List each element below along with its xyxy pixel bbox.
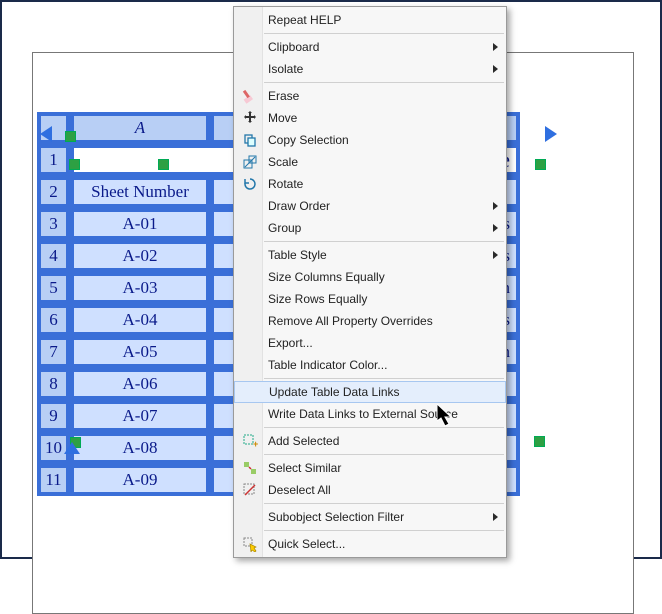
column-handle-right[interactable] [545,126,557,142]
selsim-icon [238,460,262,476]
row-number: 3 [37,208,70,240]
menu-item-label: Select Similar [262,461,488,475]
cell[interactable]: A-07 [70,400,210,432]
cell[interactable]: A-05 [70,336,210,368]
scale-icon [238,154,262,170]
menu-item-label: Scale [262,155,488,169]
copy-icon [238,132,262,148]
row-number: 11 [37,464,70,496]
menu-item-label: Size Columns Equally [262,270,488,284]
row-number: 1 [37,144,70,176]
selection-grip[interactable] [158,159,169,170]
menu-item-remove-all-property-overrides[interactable]: Remove All Property Overrides [234,310,506,332]
row-number: 5 [37,272,70,304]
row-handle-bottom[interactable] [64,442,80,454]
menu-item-subobject-selection-filter[interactable]: Subobject Selection Filter [234,506,506,528]
menu-item-table-indicator-color[interactable]: Table Indicator Color... [234,354,506,376]
menu-item-label: Deselect All [262,483,488,497]
menu-item-label: Remove All Property Overrides [262,314,488,328]
menu-item-deselect-all[interactable]: Deselect All [234,479,506,501]
row-number: 6 [37,304,70,336]
menu-item-erase[interactable]: Erase [234,85,506,107]
menu-item-label: Erase [262,89,488,103]
selection-grip[interactable] [535,159,546,170]
menu-item-label: Repeat HELP [262,13,488,27]
cell[interactable]: A-02 [70,240,210,272]
menu-item-update-table-data-links[interactable]: Update Table Data Links [234,381,506,403]
menu-item-label: Quick Select... [262,537,488,551]
cell[interactable]: A-08 [70,432,210,464]
cell[interactable]: A-06 [70,368,210,400]
move-icon [238,110,262,126]
menu-item-rotate[interactable]: Rotate [234,173,506,195]
cell[interactable]: A-01 [70,208,210,240]
menu-item-label: Isolate [262,62,488,76]
svg-text:+: + [253,439,258,449]
row-number: 4 [37,240,70,272]
col-header-A[interactable]: A [70,112,210,144]
selection-grip[interactable] [65,131,76,142]
mouse-cursor [437,404,459,430]
menu-item-repeat-help[interactable]: Repeat HELP [234,9,506,31]
row-number: 2 [37,176,70,208]
menu-item-label: Size Rows Equally [262,292,488,306]
row-number: 7 [37,336,70,368]
cell[interactable]: A-03 [70,272,210,304]
selection-grip[interactable] [534,436,545,447]
menu-item-label: Copy Selection [262,133,488,147]
row-number: 9 [37,400,70,432]
menu-item-scale[interactable]: Scale [234,151,506,173]
menu-item-label: Subobject Selection Filter [262,510,488,524]
menu-item-label: Move [262,111,488,125]
menu-item-size-columns-equally[interactable]: Size Columns Equally [234,266,506,288]
cell[interactable]: A-09 [70,464,210,496]
menu-item-size-rows-equally[interactable]: Size Rows Equally [234,288,506,310]
addsel-icon: + [238,433,262,449]
row-number: 8 [37,368,70,400]
cell[interactable]: Sheet Number [70,176,210,208]
menu-item-select-similar[interactable]: Select Similar [234,457,506,479]
selection-grip[interactable] [69,159,80,170]
menu-item-add-selected[interactable]: + Add Selected [234,430,506,452]
erase-icon [238,88,262,104]
menu-item-copy-selection[interactable]: Copy Selection [234,129,506,151]
rotate-icon [238,176,262,192]
column-handle-left[interactable] [40,126,52,142]
menu-item-write-data-links-to-external-source[interactable]: Write Data Links to External Source [234,403,506,425]
cell[interactable]: A-04 [70,304,210,336]
menu-item-label: Draw Order [262,199,488,213]
menu-item-label: Add Selected [262,434,488,448]
menu-item-group[interactable]: Group [234,217,506,239]
context-menu: Repeat HELP Clipboard Isolate Erase Move Copy… [233,6,507,558]
menu-item-export[interactable]: Export... [234,332,506,354]
menu-item-move[interactable]: Move [234,107,506,129]
menu-item-table-style[interactable]: Table Style [234,244,506,266]
menu-item-isolate[interactable]: Isolate [234,58,506,80]
qsel-icon [238,536,262,552]
desel-icon [238,482,262,498]
menu-item-draw-order[interactable]: Draw Order [234,195,506,217]
menu-item-label: Rotate [262,177,488,191]
menu-item-quick-select[interactable]: Quick Select... [234,533,506,555]
menu-item-label: Table Style [262,248,488,262]
menu-item-label: Group [262,221,488,235]
menu-item-clipboard[interactable]: Clipboard [234,36,506,58]
menu-item-label: Table Indicator Color... [262,358,488,372]
menu-item-label: Export... [262,336,488,350]
menu-item-label: Update Table Data Links [263,385,487,399]
menu-item-label: Clipboard [262,40,488,54]
